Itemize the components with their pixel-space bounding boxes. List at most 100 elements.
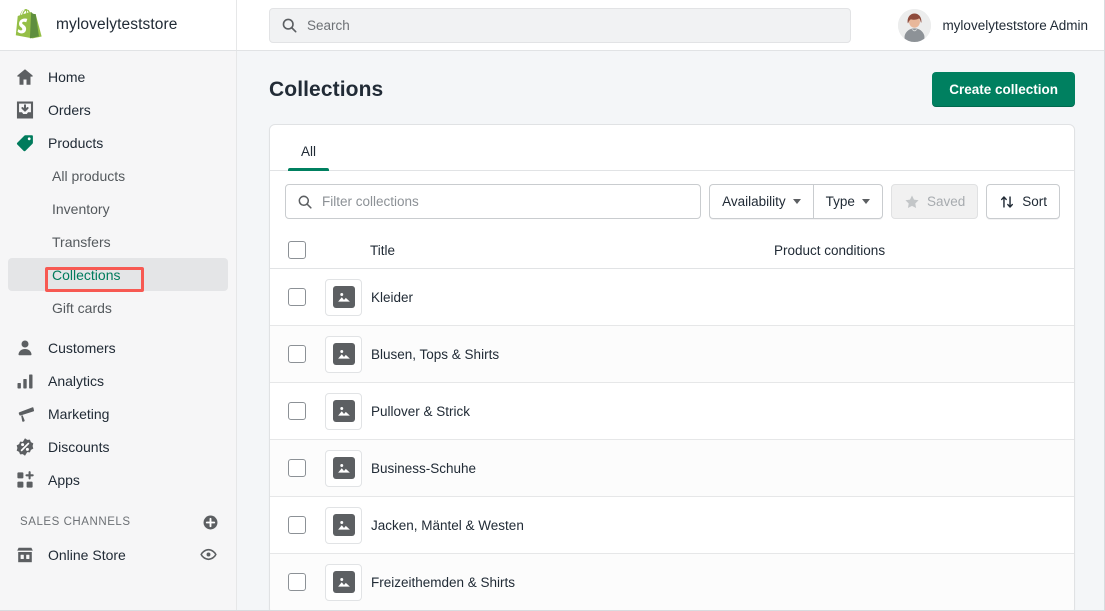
sidebar-sub-label: All products: [52, 167, 126, 184]
avatar: [898, 8, 932, 42]
user-avatar-photo-icon: [898, 8, 932, 42]
image-placeholder-icon: [332, 286, 355, 308]
collection-title: Kleider: [371, 289, 414, 305]
row-select-cell: [288, 516, 325, 534]
row-content: Jacken, Mäntel & Westen: [325, 506, 1074, 544]
row-checkbox[interactable]: [288, 345, 306, 363]
sidebar-item-apps[interactable]: Apps: [8, 463, 228, 496]
sidebar-item-collections[interactable]: Collections: [8, 258, 228, 291]
search-icon: [282, 18, 297, 33]
sidebar-sub-label: Collections: [52, 266, 121, 283]
sidebar: Home Orders Products All products Invent…: [0, 51, 237, 610]
image-placeholder-icon: [332, 514, 355, 536]
eye-icon[interactable]: [200, 546, 217, 563]
row-select-cell: [288, 345, 325, 363]
table-row[interactable]: Business-Schuhe: [270, 440, 1074, 497]
row-content: Business-Schuhe: [325, 449, 1074, 487]
top-bar: mylovelyteststore mylo: [0, 0, 1104, 51]
customers-icon: [18, 340, 32, 355]
global-search-area: [237, 7, 898, 43]
type-label: Type: [825, 194, 855, 209]
user-menu[interactable]: mylovelyteststore Admin: [898, 8, 1104, 42]
home-icon: [17, 68, 33, 85]
shopify-bag-logo-icon: [15, 9, 42, 39]
row-select-cell: [288, 573, 325, 591]
image-placeholder-icon: [332, 343, 355, 365]
sidebar-item-customers[interactable]: Customers: [8, 331, 228, 364]
collection-title: Business-Schuhe: [371, 460, 477, 476]
sales-channels-header: SALES CHANNELS: [8, 506, 228, 538]
table-header: Title Product conditions: [270, 232, 1074, 269]
star-icon: [905, 194, 919, 208]
sidebar-item-marketing[interactable]: Marketing: [8, 397, 228, 430]
image-glyph-icon: [337, 293, 350, 302]
row-checkbox[interactable]: [288, 516, 306, 534]
sidebar-item-products[interactable]: Products: [8, 126, 228, 159]
page-header: Collections Create collection: [269, 51, 1075, 124]
plus-circle-icon[interactable]: [202, 514, 219, 531]
collection-thumbnail: [325, 392, 362, 430]
shopify-admin-window: mylovelyteststore mylo: [0, 0, 1105, 611]
collection-thumbnail: [325, 449, 362, 487]
sidebar-sub-label: Transfers: [52, 233, 111, 250]
saved-label: Saved: [926, 194, 966, 209]
sidebar-item-label: Home: [48, 68, 86, 85]
row-content: Blusen, Tops & Shirts: [325, 335, 1074, 373]
collection-title: Blusen, Tops & Shirts: [371, 346, 500, 362]
tab-bar: All: [270, 125, 1074, 171]
brand-area[interactable]: mylovelyteststore: [0, 0, 237, 50]
chevron-down-icon: [792, 199, 801, 204]
discounts-icon: [16, 437, 34, 456]
column-header-title: Title: [370, 242, 396, 258]
sidebar-item-label: Customers: [48, 339, 116, 356]
create-collection-button[interactable]: Create collection: [932, 72, 1075, 107]
sidebar-item-analytics[interactable]: Analytics: [8, 364, 228, 397]
sidebar-item-home[interactable]: Home: [8, 60, 228, 93]
collection-title: Pullover & Strick: [371, 403, 471, 419]
collection-thumbnail: [325, 335, 362, 373]
availability-filter-button[interactable]: Availability: [709, 184, 813, 219]
search-input[interactable]: [307, 8, 850, 42]
sidebar-item-label: Apps: [48, 471, 80, 488]
collection-thumbnail: [325, 563, 362, 601]
row-content: Pullover & Strick: [325, 392, 1074, 430]
sidebar-item-transfers[interactable]: Transfers: [8, 225, 228, 258]
sidebar-item-online-store[interactable]: Online Store: [8, 538, 228, 571]
table-row[interactable]: Kleider: [270, 269, 1074, 326]
sidebar-sub-label: Inventory: [52, 200, 110, 217]
global-search-box[interactable]: [269, 7, 851, 43]
sidebar-divider-space: [0, 324, 236, 331]
store-name: mylovelyteststore: [56, 16, 178, 33]
row-checkbox[interactable]: [288, 402, 306, 420]
select-all-cell: [288, 241, 325, 259]
filter-toolbar: Availability Type Saved: [270, 171, 1074, 232]
filter-collections-input[interactable]: [322, 185, 701, 218]
sidebar-item-discounts[interactable]: Discounts: [8, 430, 228, 463]
saved-filter-button[interactable]: Saved: [890, 184, 979, 219]
sidebar-item-gift-cards[interactable]: Gift cards: [8, 291, 228, 324]
table-row[interactable]: Freizeithemden & Shirts: [270, 554, 1074, 610]
row-checkbox[interactable]: [288, 573, 306, 591]
orders-icon: [16, 101, 34, 118]
sidebar-item-label: Orders: [48, 101, 91, 118]
sidebar-item-label: Online Store: [48, 546, 126, 563]
sort-button[interactable]: Sort: [986, 184, 1060, 219]
storefront-icon: [17, 547, 33, 562]
table-row[interactable]: Pullover & Strick: [270, 383, 1074, 440]
collection-title: Jacken, Mäntel & Westen: [371, 517, 524, 533]
tab-all[interactable]: All: [284, 144, 333, 171]
sidebar-item-orders[interactable]: Orders: [8, 93, 228, 126]
collection-thumbnail: [325, 278, 362, 316]
sidebar-item-all-products[interactable]: All products: [8, 159, 228, 192]
sidebar-item-inventory[interactable]: Inventory: [8, 192, 228, 225]
filter-collections-box[interactable]: [285, 184, 702, 219]
type-filter-button[interactable]: Type: [812, 184, 883, 219]
table-row[interactable]: Jacken, Mäntel & Westen: [270, 497, 1074, 554]
sidebar-sub-label: Gift cards: [52, 299, 112, 316]
table-row[interactable]: Blusen, Tops & Shirts: [270, 326, 1074, 383]
row-checkbox[interactable]: [288, 288, 306, 306]
row-checkbox[interactable]: [288, 459, 306, 477]
image-placeholder-icon: [332, 400, 355, 422]
select-all-checkbox[interactable]: [288, 241, 306, 259]
tab-label: All: [301, 144, 317, 159]
